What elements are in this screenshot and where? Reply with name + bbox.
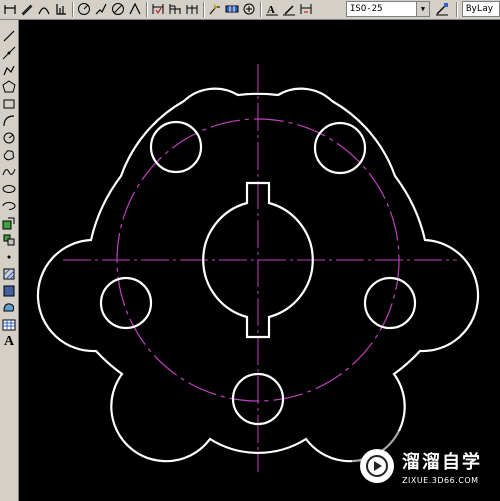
- spline-icon[interactable]: [1, 164, 17, 180]
- baseline-dimension-icon[interactable]: [167, 1, 183, 17]
- arc-length-icon[interactable]: [36, 1, 52, 17]
- construction-line-icon[interactable]: [1, 45, 17, 61]
- dimension-edit-icon[interactable]: A: [264, 1, 280, 17]
- polyline-icon[interactable]: [1, 62, 17, 78]
- center-mark-icon[interactable]: [241, 1, 257, 17]
- gradient-icon[interactable]: [1, 283, 17, 299]
- polygon-icon[interactable]: [1, 79, 17, 95]
- continue-dimension-icon[interactable]: [184, 1, 200, 17]
- chevron-down-icon[interactable]: ▼: [416, 2, 429, 16]
- dimension-style-select[interactable]: ISO-25 ▼: [346, 1, 430, 17]
- layer-select[interactable]: ByLay: [462, 1, 500, 17]
- ordinate-dimension-icon[interactable]: [53, 1, 69, 17]
- bolt-hole: [149, 120, 203, 174]
- ellipse-arc-icon[interactable]: [1, 198, 17, 214]
- dimension-text-edit-icon[interactable]: [281, 1, 297, 17]
- circle-icon[interactable]: [1, 130, 17, 146]
- dimension-style-value: ISO-25: [350, 4, 383, 14]
- quick-leader-icon[interactable]: [207, 1, 223, 17]
- insert-block-icon[interactable]: [1, 215, 17, 231]
- linear-dimension-icon[interactable]: [2, 1, 18, 17]
- multiline-text-label: A: [3, 334, 15, 349]
- line-icon[interactable]: [1, 28, 17, 44]
- bolt-hole: [313, 121, 367, 175]
- bolt-hole: [363, 276, 417, 330]
- drawing-canvas[interactable]: 溜溜自学 ZIXUE.3D66.COM: [19, 20, 500, 501]
- watermark-title: 溜溜自学: [402, 451, 482, 473]
- radius-dimension-icon[interactable]: [76, 1, 92, 17]
- dimension-style-manager-icon[interactable]: [434, 1, 450, 17]
- svg-text:A: A: [267, 4, 275, 16]
- layer-value: ByLay: [466, 4, 494, 14]
- region-icon[interactable]: [1, 300, 17, 316]
- arc-icon[interactable]: [1, 113, 17, 129]
- play-logo-icon: [360, 449, 394, 483]
- table-icon[interactable]: [1, 317, 17, 333]
- watermark-url: ZIXUE.3D66.COM: [402, 475, 479, 485]
- quick-dimension-icon[interactable]: [150, 1, 166, 17]
- point-icon[interactable]: [1, 249, 17, 265]
- aligned-dimension-icon[interactable]: [19, 1, 35, 17]
- make-block-icon[interactable]: [1, 232, 17, 248]
- tolerance-icon[interactable]: [224, 1, 240, 17]
- angular-dimension-icon[interactable]: [127, 1, 143, 17]
- diameter-dimension-icon[interactable]: [110, 1, 126, 17]
- revision-cloud-icon[interactable]: [1, 147, 17, 163]
- draw-toolbar: A: [0, 20, 19, 501]
- jogged-dimension-icon[interactable]: [93, 1, 109, 17]
- multiline-text-icon[interactable]: A: [1, 334, 17, 350]
- cad-drawing: [36, 64, 480, 472]
- dimension-toolbar: A ISO-25 ▼ ByLay: [0, 0, 500, 20]
- hatch-icon[interactable]: [1, 266, 17, 282]
- rectangle-icon[interactable]: [1, 96, 17, 112]
- bolt-hole: [99, 276, 153, 330]
- ellipse-icon[interactable]: [1, 181, 17, 197]
- dimension-update-icon[interactable]: [298, 1, 314, 17]
- watermark: 溜溜自学 ZIXUE.3D66.COM: [352, 431, 500, 501]
